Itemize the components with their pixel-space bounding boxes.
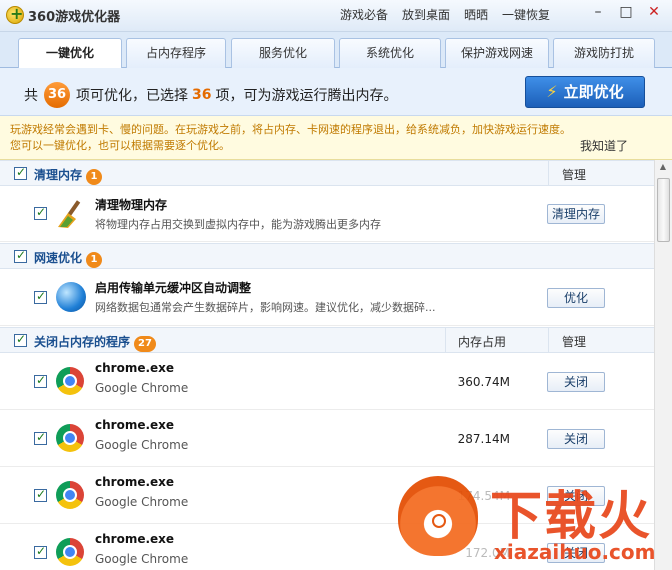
- network-globe-icon: [56, 282, 86, 312]
- section-memory-checkbox[interactable]: [14, 165, 27, 180]
- section-memory-title: 清理内存 1: [34, 166, 103, 185]
- scroll-up-arrow-icon[interactable]: ▲: [657, 162, 669, 172]
- item-description: 网络数据包通常会产生数据碎片，影响网速。建议优化，减少数据碎...: [95, 301, 436, 314]
- summary-middle: 项可优化，已选择: [76, 88, 188, 104]
- tab-bar: 一键优化 占内存程序 服务优化 系统优化 保护游戏网速 游戏防打扰: [0, 32, 672, 69]
- column-divider: [548, 328, 549, 352]
- dismiss-link[interactable]: 我知道了: [580, 138, 628, 154]
- item-checkbox[interactable]: [34, 373, 47, 388]
- close-process-button[interactable]: 关闭: [547, 372, 605, 392]
- column-divider: [548, 161, 549, 185]
- section-programs-header: 关闭占内存的程序27 内存占用 管理: [0, 327, 654, 353]
- watermark-brand: 下载火: [490, 487, 653, 547]
- summary-suffix: 项，可为游戏运行腾出内存。: [215, 88, 398, 104]
- section-network-badge: 1: [86, 252, 103, 268]
- tab-service[interactable]: 服务优化: [231, 38, 335, 68]
- list-item: 清理物理内存 将物理内存占用交换到虚拟内存中，能为游戏腾出更多内存 清理内存: [0, 186, 654, 242]
- chrome-icon: [56, 424, 84, 452]
- tab-no-disturb[interactable]: 游戏防打扰: [553, 38, 655, 68]
- process-description: Google Chrome: [95, 381, 189, 395]
- section-programs-checkbox[interactable]: [14, 332, 27, 347]
- table-row: chrome.exe Google Chrome 360.74M 关闭: [0, 353, 654, 410]
- tab-system[interactable]: 系统优化: [339, 38, 441, 68]
- section-memory-title-text: 清理内存: [34, 168, 83, 182]
- chrome-icon: [56, 367, 84, 395]
- chrome-icon: [56, 538, 84, 566]
- item-checkbox[interactable]: [34, 430, 47, 445]
- notice-line-1: 玩游戏经常会遇到卡、慢的问题。在玩游戏之前，将占内存、卡网速的程序退出，给系统减…: [10, 123, 571, 136]
- top-links: 游戏必备 放到桌面 晒晒 一键恢复: [340, 6, 550, 23]
- total-count-badge: 36: [44, 82, 70, 108]
- tip-notice: 玩游戏经常会遇到卡、慢的问题。在玩游戏之前，将占内存、卡网速的程序退出，给系统减…: [0, 116, 672, 160]
- item-checkbox[interactable]: [34, 544, 47, 559]
- section-programs-badge: 27: [134, 336, 156, 352]
- memory-usage: 360.74M: [457, 375, 510, 389]
- section-network-checkbox[interactable]: [14, 248, 27, 263]
- app-title: 360游戏优化器: [28, 10, 121, 25]
- column-manage-header: 管理: [562, 168, 587, 182]
- process-description: Google Chrome: [95, 552, 189, 566]
- clean-memory-button[interactable]: 清理内存: [547, 204, 605, 224]
- notice-line-2: 您可以一键优化，也可以根据需要逐个优化。: [10, 139, 230, 152]
- section-programs-title: 关闭占内存的程序 27: [34, 333, 156, 352]
- section-memory-badge: 1: [86, 169, 103, 185]
- column-divider: [445, 328, 446, 352]
- window-controls: – □ ✕: [584, 2, 668, 24]
- table-row: chrome.exe Google Chrome 287.14M 关闭: [0, 410, 654, 467]
- close-button[interactable]: ✕: [640, 2, 668, 24]
- lightning-icon: ⚡: [546, 82, 558, 101]
- column-memory-header: 内存占用: [458, 335, 507, 349]
- optimize-network-button[interactable]: 优化: [547, 288, 605, 308]
- process-name: chrome.exe: [95, 361, 175, 375]
- item-title: 清理物理内存: [95, 198, 168, 212]
- minimize-button[interactable]: –: [584, 2, 612, 24]
- item-checkbox[interactable]: [34, 487, 47, 502]
- section-memory-header: 清理内存1 管理: [0, 160, 654, 186]
- summary-text: 共 36 项可优化，已选择 36 项，可为游戏运行腾出内存。: [24, 82, 397, 108]
- chrome-icon: [56, 481, 84, 509]
- link-restore[interactable]: 一键恢复: [502, 6, 550, 23]
- download-arrow-icon: [432, 514, 446, 528]
- watermark-logo: 下载火 xiazaihuo.com: [398, 470, 672, 570]
- item-checkbox[interactable]: [34, 205, 47, 220]
- optimize-now-button[interactable]: ⚡ 立即优化: [525, 76, 645, 108]
- process-name: chrome.exe: [95, 418, 175, 432]
- process-description: Google Chrome: [95, 495, 189, 509]
- item-checkbox[interactable]: [34, 289, 47, 304]
- link-share[interactable]: 晒晒: [464, 6, 488, 23]
- tab-memory-programs[interactable]: 占内存程序: [126, 38, 226, 68]
- app-logo-icon: [6, 4, 24, 24]
- section-network-title: 网速优化 1: [34, 249, 103, 268]
- watermark-url: xiazaihuo.com: [494, 540, 656, 564]
- section-programs-title-text: 关闭占内存的程序: [34, 335, 131, 349]
- summary-prefix: 共: [24, 88, 38, 104]
- tab-one-click[interactable]: 一键优化: [18, 38, 122, 69]
- link-game-essentials[interactable]: 游戏必备: [340, 6, 388, 23]
- tab-network-protect[interactable]: 保护游戏网速: [445, 38, 549, 68]
- memory-usage: 287.14M: [457, 432, 510, 446]
- title-bar: 360游戏优化器 游戏必备 放到桌面 晒晒 一键恢复 – □ ✕: [0, 0, 672, 32]
- column-manage-header: 管理: [562, 335, 587, 349]
- scroll-thumb[interactable]: [657, 178, 670, 242]
- optimize-now-label: 立即优化: [563, 83, 624, 101]
- section-network-title-text: 网速优化: [34, 251, 83, 265]
- summary-bar: 共 36 项可优化，已选择 36 项，可为游戏运行腾出内存。 ⚡ 立即优化: [0, 68, 672, 116]
- close-process-button[interactable]: 关闭: [547, 429, 605, 449]
- broom-icon: [58, 200, 81, 228]
- item-description: 将物理内存占用交换到虚拟内存中，能为游戏腾出更多内存: [95, 218, 381, 231]
- item-title: 启用传输单元缓冲区自动调整: [95, 281, 252, 295]
- section-network-header: 网速优化1: [0, 243, 654, 269]
- process-name: chrome.exe: [95, 475, 175, 489]
- selected-count: 36: [192, 87, 212, 103]
- process-name: chrome.exe: [95, 532, 175, 546]
- maximize-button[interactable]: □: [612, 2, 640, 24]
- link-put-on-desktop[interactable]: 放到桌面: [402, 6, 450, 23]
- process-description: Google Chrome: [95, 438, 189, 452]
- list-item: 启用传输单元缓冲区自动调整 网络数据包通常会产生数据碎片，影响网速。建议优化，减…: [0, 269, 654, 326]
